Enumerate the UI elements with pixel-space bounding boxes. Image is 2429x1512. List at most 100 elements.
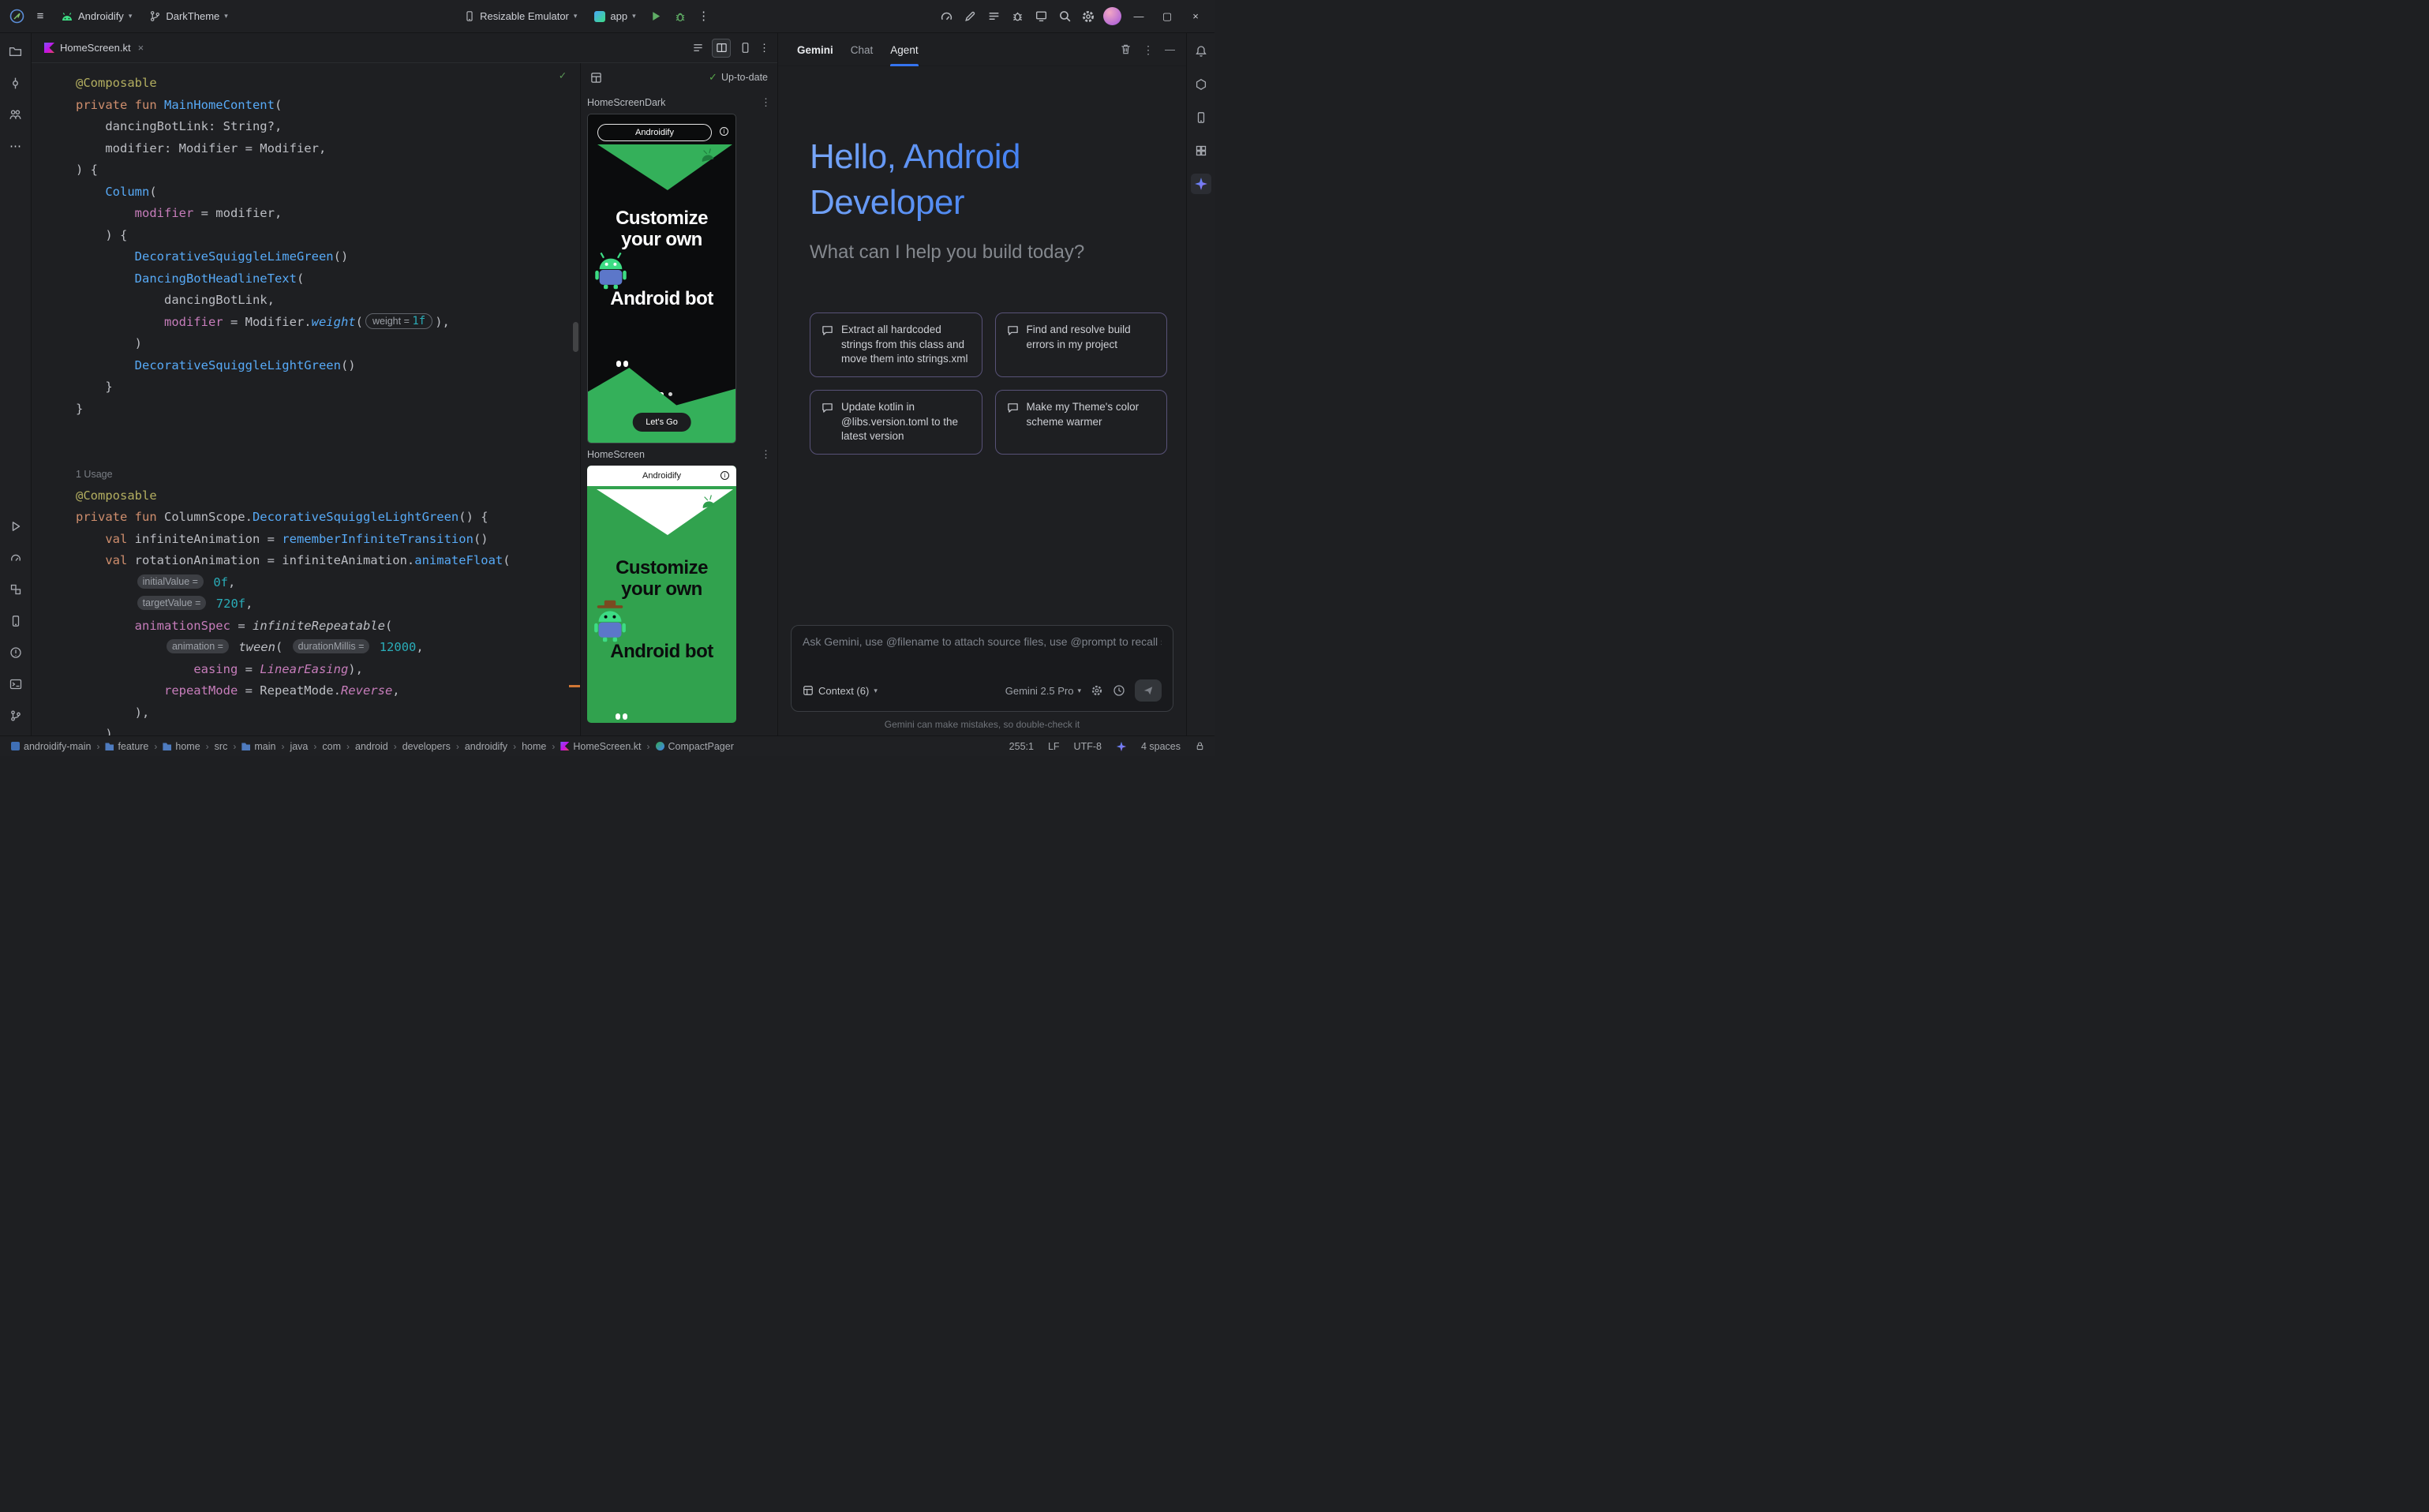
- code-line[interactable]: repeatMode = RepeatMode.Reverse,: [76, 680, 580, 702]
- inspections-ok-icon[interactable]: ✓: [560, 69, 566, 82]
- profiler-tool-icon[interactable]: [6, 548, 26, 568]
- code-line[interactable]: val rotationAnimation = infiniteAnimatio…: [76, 550, 580, 572]
- code-line[interactable]: modifier = Modifier.weight(weight = 1f),: [76, 312, 580, 334]
- code-line[interactable]: ): [76, 724, 580, 735]
- gemini-icon[interactable]: [1191, 174, 1211, 194]
- code-line[interactable]: ) {: [76, 159, 580, 182]
- gradle-icon[interactable]: [1191, 74, 1211, 95]
- code-line[interactable]: initialValue = 0f,: [76, 572, 580, 594]
- maximize-button[interactable]: ▢: [1156, 6, 1178, 27]
- code-line[interactable]: @Composable: [76, 73, 580, 95]
- code-line[interactable]: Column(: [76, 182, 580, 204]
- caret-position[interactable]: 255:1: [1009, 741, 1034, 752]
- minimize-button[interactable]: —: [1128, 6, 1150, 27]
- gemini-tab-gemini[interactable]: Gemini: [797, 33, 833, 66]
- history-icon[interactable]: [1113, 684, 1125, 697]
- logcat-icon[interactable]: [985, 8, 1002, 25]
- preview-label-homescreendark[interactable]: HomeScreenDark ⋮: [581, 92, 777, 114]
- run-options-kebab-icon[interactable]: ⋮: [695, 8, 713, 25]
- project-selector[interactable]: Androidify ▾: [55, 7, 137, 25]
- model-selector[interactable]: Gemini 2.5 Pro ▾: [1005, 685, 1081, 697]
- breadcrumb-item[interactable]: HomeScreen.kt: [560, 741, 641, 752]
- editor-scrollbar[interactable]: [573, 322, 578, 352]
- code-line[interactable]: }: [76, 376, 580, 399]
- app-insights-icon[interactable]: [1009, 8, 1026, 25]
- breadcrumb-item[interactable]: java: [290, 741, 308, 752]
- close-button[interactable]: ×: [1185, 6, 1207, 27]
- tab-close-icon[interactable]: ×: [138, 42, 144, 54]
- breadcrumb-item[interactable]: CompactPager: [656, 741, 734, 752]
- build-variants-tool-icon[interactable]: [6, 579, 26, 600]
- code-line[interactable]: }: [76, 399, 580, 421]
- code-line[interactable]: @Composable: [76, 485, 580, 507]
- branch-selector[interactable]: DarkTheme ▾: [144, 7, 233, 25]
- suggestion-card[interactable]: Make my Theme's color scheme warmer: [995, 390, 1168, 455]
- breadcrumb-item[interactable]: androidify-main: [11, 741, 91, 752]
- preview-layout-icon[interactable]: [590, 72, 602, 84]
- code-line[interactable]: [76, 442, 580, 464]
- code-line[interactable]: ) {: [76, 225, 580, 247]
- file-encoding[interactable]: UTF-8: [1074, 741, 1102, 752]
- code-line[interactable]: DecorativeSquiggleLimeGreen(): [76, 246, 580, 268]
- run-config-selector[interactable]: app ▾: [589, 7, 641, 25]
- breadcrumb-item[interactable]: android: [355, 741, 388, 752]
- preview-kebab-icon[interactable]: ⋮: [761, 96, 771, 109]
- gemini-status-icon[interactable]: [1116, 741, 1127, 752]
- breadcrumb-item[interactable]: home: [163, 741, 200, 752]
- code-line[interactable]: dancingBotLink: String?,: [76, 116, 580, 138]
- preview-label-homescreen[interactable]: HomeScreen ⋮: [581, 443, 777, 466]
- breadcrumb-item[interactable]: feature: [105, 741, 148, 752]
- breadcrumb-item[interactable]: com: [322, 741, 341, 752]
- send-button[interactable]: [1135, 679, 1162, 702]
- breadcrumb-item[interactable]: home: [522, 741, 546, 752]
- code-line[interactable]: ),: [76, 702, 580, 724]
- design-view-icon[interactable]: [735, 39, 754, 58]
- gemini-input-box[interactable]: Context (6) ▾ Gemini 2.5 Pro ▾: [791, 625, 1173, 712]
- debug-button[interactable]: [672, 8, 689, 25]
- breadcrumb-item[interactable]: developers: [402, 741, 451, 752]
- resource-manager-icon[interactable]: [1191, 140, 1211, 161]
- pull-requests-tool-icon[interactable]: [6, 104, 26, 125]
- hide-panel-icon[interactable]: —: [1165, 43, 1175, 55]
- commit-tool-icon[interactable]: [6, 73, 26, 93]
- run-button[interactable]: [648, 8, 665, 25]
- device-selector[interactable]: Resizable Emulator ▾: [458, 7, 582, 25]
- code-line[interactable]: modifier: Modifier = Modifier,: [76, 138, 580, 160]
- search-icon[interactable]: [1056, 8, 1073, 25]
- code-line[interactable]: DancingBotHeadlineText(: [76, 268, 580, 290]
- lock-icon[interactable]: [1195, 741, 1205, 751]
- device-manager-icon[interactable]: [1191, 107, 1211, 128]
- context-selector[interactable]: Context (6) ▾: [803, 685, 878, 697]
- indent-setting[interactable]: 4 spaces: [1141, 741, 1181, 752]
- version-control-tool-icon[interactable]: [6, 705, 26, 726]
- code-line[interactable]: ): [76, 333, 580, 355]
- more-tools-icon[interactable]: ⋯: [6, 136, 26, 156]
- code-line[interactable]: [76, 420, 580, 442]
- breadcrumb-item[interactable]: src: [215, 741, 228, 752]
- gemini-settings-icon[interactable]: [1091, 684, 1103, 697]
- tab-homescreen-kt[interactable]: HomeScreen.kt ×: [32, 33, 152, 62]
- gemini-tab-agent[interactable]: Agent: [890, 33, 918, 66]
- device-mirroring-icon[interactable]: [1032, 8, 1050, 25]
- preview-kebab-icon[interactable]: ⋮: [761, 448, 771, 461]
- preview-homescreendark[interactable]: Androidify i Customize your own: [587, 114, 736, 443]
- code-line[interactable]: private fun ColumnScope.DecorativeSquigg…: [76, 507, 580, 529]
- settings-gear-icon[interactable]: [1080, 8, 1097, 25]
- breadcrumb-item[interactable]: androidify: [465, 741, 507, 752]
- gemini-tab-chat[interactable]: Chat: [851, 33, 874, 66]
- code-editor[interactable]: @Composableprivate fun MainHomeContent( …: [32, 63, 580, 735]
- user-avatar[interactable]: [1103, 7, 1121, 25]
- split-view-icon[interactable]: [712, 39, 731, 58]
- code-line[interactable]: DecorativeSquiggleLightGreen(): [76, 355, 580, 377]
- code-line[interactable]: 1 Usage: [76, 463, 580, 485]
- suggestion-card[interactable]: Extract all hardcoded strings from this …: [810, 313, 982, 377]
- code-line[interactable]: private fun MainHomeContent(: [76, 95, 580, 117]
- code-line[interactable]: easing = LinearEasing),: [76, 659, 580, 681]
- preview-homescreen[interactable]: Androidify i Customize your own: [587, 466, 736, 723]
- editor-options-kebab-icon[interactable]: ⋮: [759, 43, 769, 53]
- code-line[interactable]: dancingBotLink,: [76, 290, 580, 312]
- problems-tool-icon[interactable]: [6, 642, 26, 663]
- running-devices-tool-icon[interactable]: [6, 611, 26, 631]
- suggestion-card[interactable]: Update kotlin in @libs.version.toml to t…: [810, 390, 982, 455]
- lets-go-button[interactable]: Let's Go: [632, 413, 691, 432]
